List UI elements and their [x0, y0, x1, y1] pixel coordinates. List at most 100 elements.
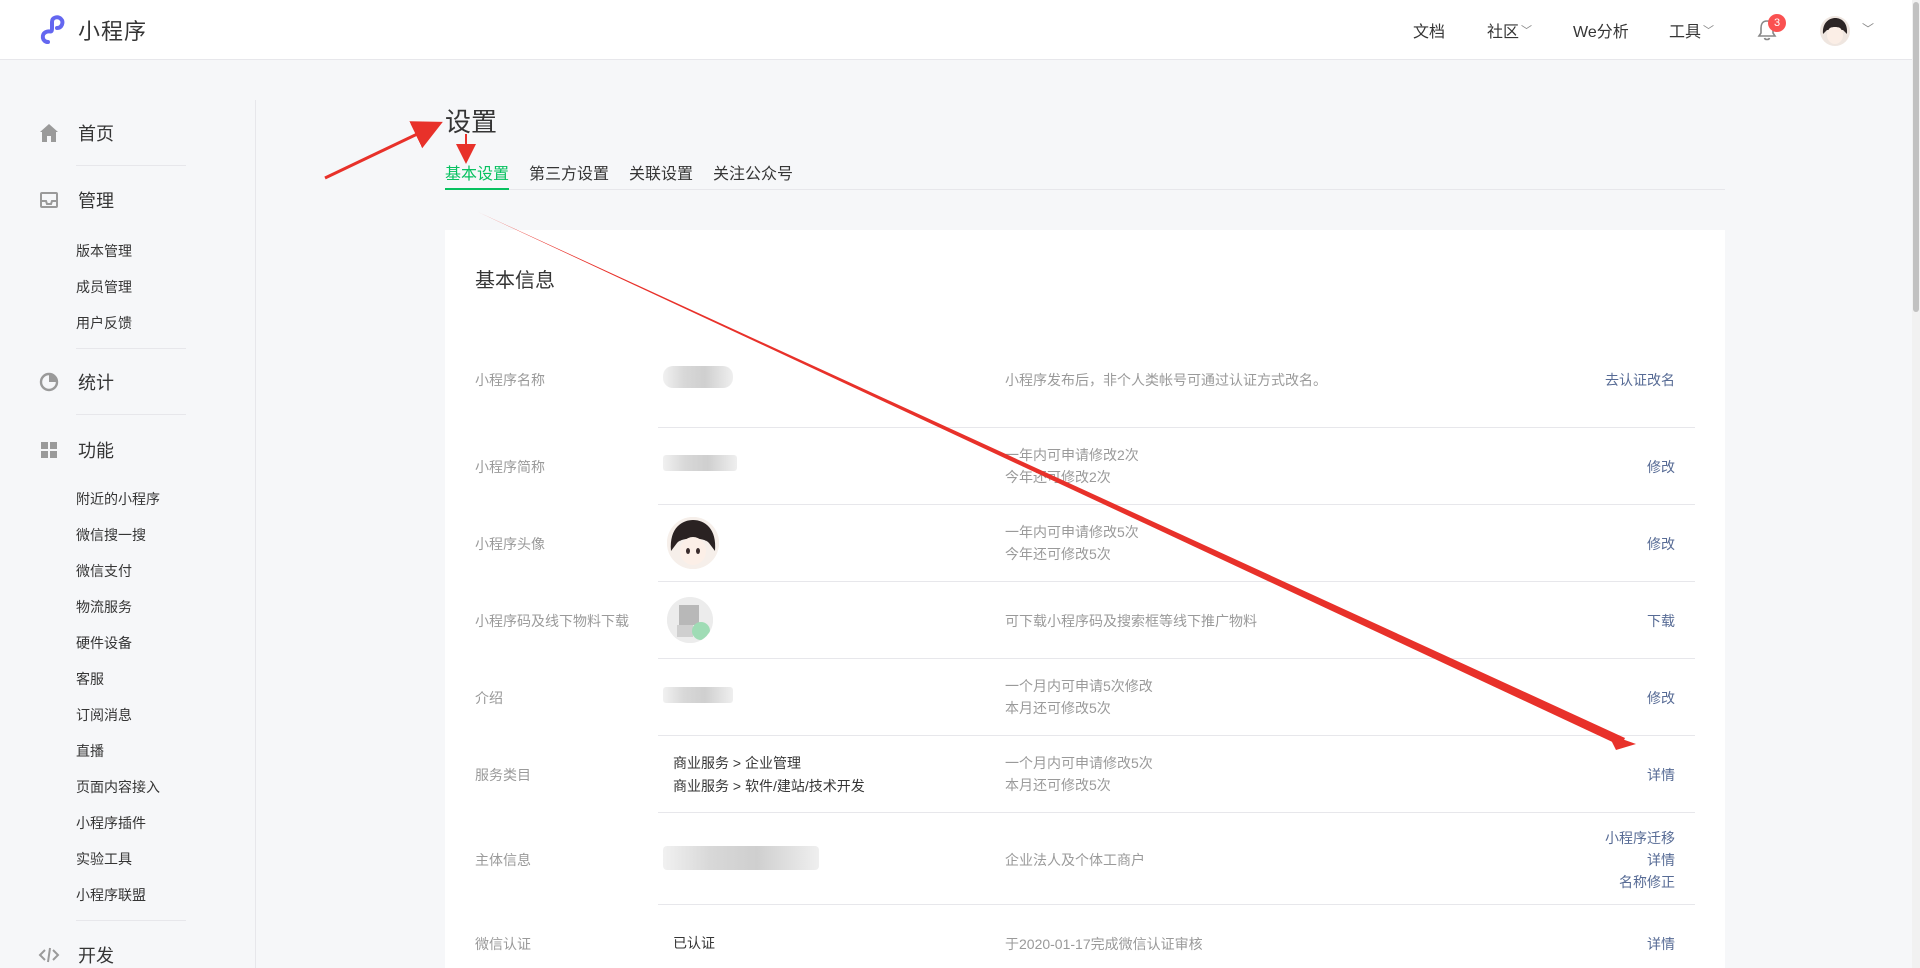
entity-blurred	[663, 846, 819, 876]
miniprogram-logo-icon	[40, 15, 65, 44]
divider	[76, 165, 186, 166]
sidebar-section-label: 功能	[78, 441, 114, 461]
row-entity: 主体信息 企业法人及个体工商户 小程序迁移 详情 名称修正	[475, 813, 1695, 905]
name-correction-link[interactable]: 名称修正	[1619, 871, 1675, 893]
divider	[76, 348, 186, 349]
row-desc: 小程序发布后，非个人类帐号可通过认证方式改名。	[1005, 372, 1327, 388]
sidebar-section-manage[interactable]: 管理	[38, 187, 114, 213]
row-desc: 可下载小程序码及搜索框等线下推广物料	[1005, 613, 1257, 629]
row-label: 小程序名称	[475, 372, 545, 388]
nav-tools[interactable]: 工具 ﹀	[1669, 0, 1714, 60]
category-item: 商业服务 > 软件/建站/技术开发	[673, 778, 865, 794]
row-desc: 今年还可修改2次	[1005, 469, 1111, 485]
row-categories: 服务类目 商业服务 > 企业管理 商业服务 > 软件/建站/技术开发 一个月内可…	[475, 736, 1695, 813]
intro-blurred	[663, 687, 733, 709]
category-item: 商业服务 > 企业管理	[673, 755, 801, 771]
sidebar-item-label: 首页	[78, 124, 114, 144]
tab-follow-account[interactable]: 关注公众号	[713, 160, 793, 190]
row-desc: 一个月内可申请修改5次	[1005, 755, 1153, 771]
divider	[76, 414, 186, 415]
tab-basic[interactable]: 基本设置	[445, 160, 510, 190]
top-bar: 小程序 文档 社区 ﹀ We分析 工具 ﹀ 3 ﹀	[0, 0, 1920, 60]
sidebar-item-page-content[interactable]: 页面内容接入	[76, 777, 160, 797]
row-desc: 一年内可申请修改5次	[1005, 524, 1139, 540]
sidebar-item-alliance[interactable]: 小程序联盟	[76, 885, 146, 905]
short-name-blurred	[663, 455, 737, 477]
sidebar-item-service[interactable]: 客服	[76, 669, 104, 689]
sidebar-item-hardware[interactable]: 硬件设备	[76, 633, 132, 653]
row-label: 介绍	[475, 690, 503, 706]
pie-chart-icon	[39, 372, 59, 392]
sidebar-section-dev[interactable]: 开发	[38, 942, 114, 968]
sidebar-item-versions[interactable]: 版本管理	[76, 241, 132, 261]
scrollbar-thumb[interactable]	[1913, 2, 1919, 312]
sidebar-item-subscribe[interactable]: 订阅消息	[76, 705, 132, 725]
edit-link[interactable]: 修改	[1647, 533, 1675, 555]
sidebar-item-members[interactable]: 成员管理	[76, 277, 132, 297]
nav-community-label: 社区	[1487, 24, 1520, 41]
row-desc: 本月还可修改5次	[1005, 700, 1111, 716]
sidebar-section-label: 统计	[78, 373, 114, 393]
row-label: 微信认证	[475, 936, 531, 952]
sidebar-section-label: 开发	[78, 946, 114, 966]
app-avatar	[667, 517, 719, 569]
row-intro: 介绍 一个月内可申请5次修改 本月还可修改5次 修改	[475, 659, 1695, 736]
row-label: 主体信息	[475, 852, 531, 868]
sidebar-item-pay[interactable]: 微信支付	[76, 561, 132, 581]
sidebar-item-plugins[interactable]: 小程序插件	[76, 813, 146, 833]
sidebar-item-feedback[interactable]: 用户反馈	[76, 313, 132, 333]
row-desc: 今年还可修改5次	[1005, 546, 1111, 562]
basic-info-card: 基本信息 小程序名称 小程序发布后，非个人类帐号可通过认证方式改名。 去认证改名…	[445, 230, 1725, 968]
sidebar-item-lab[interactable]: 实验工具	[76, 849, 132, 869]
row-desc: 本月还可修改5次	[1005, 777, 1111, 793]
chevron-down-icon: ﹀	[1521, 25, 1533, 37]
cert-status: 已认证	[673, 935, 715, 951]
sidebar-item-logistics[interactable]: 物流服务	[76, 597, 132, 617]
chevron-down-icon: ﹀	[1703, 25, 1715, 37]
row-desc: 一个月内可申请5次修改	[1005, 678, 1153, 694]
row-label: 服务类目	[475, 767, 531, 783]
sidebar-section-features[interactable]: 功能	[38, 437, 114, 463]
row-label: 小程序码及线下物料下载	[475, 613, 629, 629]
row-desc: 企业法人及个体工商户	[1005, 852, 1145, 868]
details-link[interactable]: 详情	[1647, 849, 1675, 871]
details-link[interactable]: 详情	[1647, 764, 1675, 786]
nav-community[interactable]: 社区 ﹀	[1487, 0, 1532, 60]
row-desc: 于2020-01-17完成微信认证审核	[1005, 936, 1203, 952]
user-avatar[interactable]	[1820, 16, 1850, 46]
sidebar-section-label: 管理	[78, 191, 114, 211]
name-value-blurred	[663, 366, 733, 394]
nav-docs[interactable]: 文档	[1413, 0, 1445, 60]
nav-docs-label: 文档	[1413, 24, 1446, 41]
annotation-arrow	[324, 121, 443, 180]
migrate-link[interactable]: 小程序迁移	[1605, 827, 1675, 849]
grid-icon	[41, 442, 57, 458]
row-label: 小程序头像	[475, 536, 545, 552]
row-avatar: 小程序头像 一年内可申请修改5次 今年还可修改5次 修改	[475, 505, 1695, 582]
row-short-name: 小程序简称 一年内可申请修改2次 今年还可修改2次 修改	[475, 428, 1695, 505]
chevron-down-icon[interactable]: ﹀	[1862, 20, 1874, 37]
inbox-icon	[40, 192, 58, 208]
row-certification: 微信认证 已认证 于2020-01-17完成微信认证审核 详情	[475, 905, 1695, 968]
settings-tabs: 基本设置 第三方设置 关联设置 关注公众号	[445, 160, 1725, 190]
sidebar-item-nearby[interactable]: 附近的小程序	[76, 489, 160, 509]
sidebar-item-live[interactable]: 直播	[76, 741, 104, 761]
details-link[interactable]: 详情	[1647, 933, 1675, 955]
edit-link[interactable]: 修改	[1647, 456, 1675, 478]
tab-association[interactable]: 关联设置	[629, 160, 693, 190]
rename-link[interactable]: 去认证改名	[1605, 369, 1675, 391]
tab-third-party[interactable]: 第三方设置	[529, 160, 609, 190]
row-desc: 一年内可申请修改2次	[1005, 447, 1139, 463]
sidebar-item-home[interactable]: 首页	[38, 120, 114, 146]
brand[interactable]: 小程序	[38, 14, 147, 46]
sidebar-section-stats[interactable]: 统计	[38, 369, 114, 395]
row-label: 小程序简称	[475, 459, 545, 475]
nav-analytics[interactable]: We分析	[1573, 0, 1629, 60]
download-link[interactable]: 下载	[1647, 610, 1675, 632]
notification-badge: 3	[1768, 14, 1786, 32]
card-title: 基本信息	[475, 270, 555, 292]
page-scrollbar[interactable]	[1912, 0, 1920, 968]
qrcode-icon	[667, 597, 713, 643]
sidebar-item-search[interactable]: 微信搜一搜	[76, 525, 146, 545]
edit-link[interactable]: 修改	[1647, 687, 1675, 709]
